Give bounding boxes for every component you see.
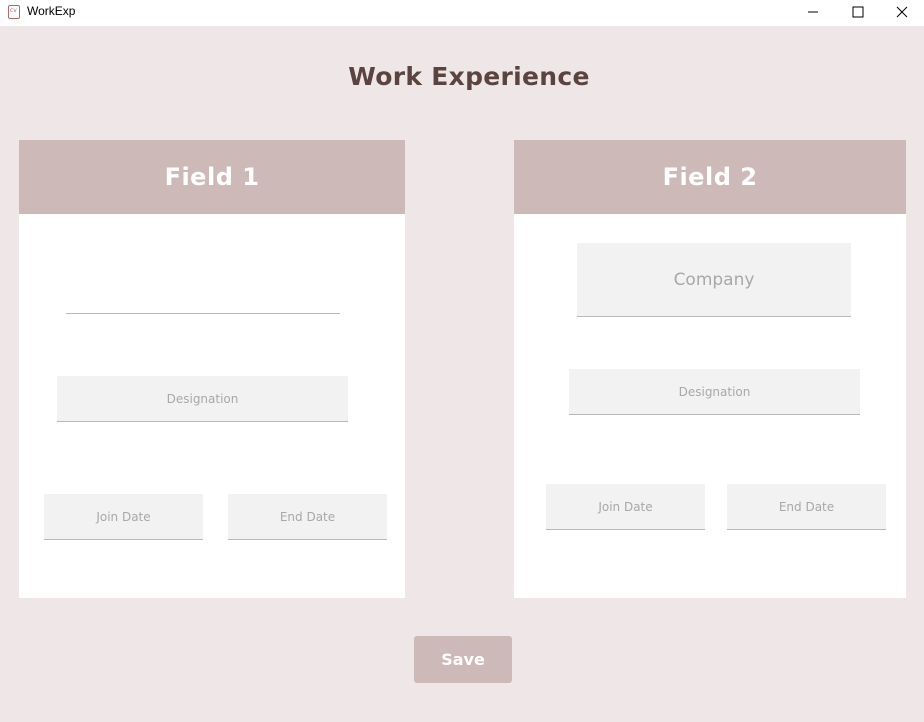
minimize-button[interactable] (791, 0, 835, 24)
close-button[interactable] (880, 0, 924, 24)
company-input[interactable] (66, 288, 340, 314)
page-title: Work Experience (348, 62, 590, 91)
work-experience-card-1: Field 1 Designation Join Date End Date (19, 140, 405, 598)
window-title: WorkExp (27, 4, 76, 18)
end-date-input[interactable]: End Date (228, 494, 387, 540)
designation-input[interactable]: Designation (569, 369, 860, 415)
maximize-icon (852, 6, 864, 18)
card-header: Field 1 (19, 140, 405, 214)
work-experience-card-2: Field 2 Company Designation Join Date En… (514, 140, 906, 598)
save-button[interactable]: Save (414, 636, 512, 683)
minimize-icon (808, 11, 818, 13)
maximize-button[interactable] (836, 0, 880, 24)
join-date-input[interactable]: Join Date (546, 484, 705, 530)
card-header: Field 2 (514, 140, 906, 214)
app-icon (8, 5, 20, 19)
join-date-input[interactable]: Join Date (44, 494, 203, 540)
title-bar: WorkExp (0, 0, 924, 26)
designation-input[interactable]: Designation (57, 376, 348, 422)
end-date-input[interactable]: End Date (727, 484, 886, 530)
close-icon (896, 6, 908, 18)
company-input[interactable]: Company (577, 243, 851, 317)
